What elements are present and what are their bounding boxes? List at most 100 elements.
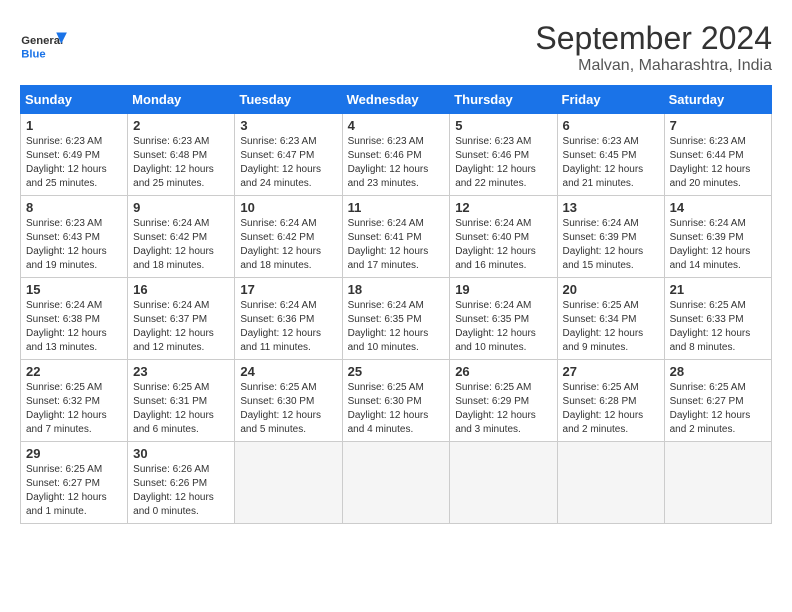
daylight-hours: Daylight: 12 hours and 2 minutes.	[563, 410, 644, 435]
page-header: General Blue September 2024 Malvan, Maha…	[20, 20, 772, 75]
daylight-hours: Daylight: 12 hours and 6 minutes.	[133, 410, 214, 435]
day-number: 12	[455, 200, 551, 215]
sunrise-time: Sunrise: 6:24 AM	[455, 218, 531, 229]
calendar-cell-3-3: 18 Sunrise: 6:24 AM Sunset: 6:35 PM Dayl…	[342, 278, 450, 360]
daylight-hours: Daylight: 12 hours and 10 minutes.	[348, 328, 429, 353]
day-info: Sunrise: 6:23 AM Sunset: 6:47 PM Dayligh…	[240, 135, 336, 191]
sunrise-time: Sunrise: 6:23 AM	[26, 136, 102, 147]
day-number: 8	[26, 200, 122, 215]
daylight-hours: Daylight: 12 hours and 11 minutes.	[240, 328, 321, 353]
day-number: 14	[670, 200, 766, 215]
sunrise-time: Sunrise: 6:23 AM	[240, 136, 316, 147]
daylight-hours: Daylight: 12 hours and 4 minutes.	[348, 410, 429, 435]
day-info: Sunrise: 6:25 AM Sunset: 6:28 PM Dayligh…	[563, 381, 659, 437]
sunrise-time: Sunrise: 6:24 AM	[563, 218, 639, 229]
daylight-hours: Daylight: 12 hours and 0 minutes.	[133, 492, 214, 517]
day-info: Sunrise: 6:24 AM Sunset: 6:36 PM Dayligh…	[240, 299, 336, 355]
svg-text:General: General	[21, 35, 63, 47]
sunset-time: Sunset: 6:45 PM	[563, 150, 637, 161]
sunrise-time: Sunrise: 6:23 AM	[26, 218, 102, 229]
sunset-time: Sunset: 6:42 PM	[133, 232, 207, 243]
day-info: Sunrise: 6:24 AM Sunset: 6:37 PM Dayligh…	[133, 299, 229, 355]
day-info: Sunrise: 6:25 AM Sunset: 6:30 PM Dayligh…	[348, 381, 445, 437]
calendar-cell-1-5: 6 Sunrise: 6:23 AM Sunset: 6:45 PM Dayli…	[557, 114, 664, 196]
day-info: Sunrise: 6:25 AM Sunset: 6:34 PM Dayligh…	[563, 299, 659, 355]
sunrise-time: Sunrise: 6:24 AM	[133, 218, 209, 229]
calendar-cell-1-2: 3 Sunrise: 6:23 AM Sunset: 6:47 PM Dayli…	[235, 114, 342, 196]
daylight-hours: Daylight: 12 hours and 24 minutes.	[240, 164, 321, 189]
month-title: September 2024	[535, 20, 772, 57]
sunrise-time: Sunrise: 6:25 AM	[26, 464, 102, 475]
day-info: Sunrise: 6:24 AM Sunset: 6:40 PM Dayligh…	[455, 217, 551, 273]
sunrise-time: Sunrise: 6:25 AM	[563, 300, 639, 311]
day-info: Sunrise: 6:23 AM Sunset: 6:43 PM Dayligh…	[26, 217, 122, 273]
calendar-cell-5-2	[235, 442, 342, 524]
sunset-time: Sunset: 6:32 PM	[26, 396, 100, 407]
day-info: Sunrise: 6:24 AM Sunset: 6:39 PM Dayligh…	[563, 217, 659, 273]
day-number: 25	[348, 364, 445, 379]
sunrise-time: Sunrise: 6:23 AM	[348, 136, 424, 147]
sunset-time: Sunset: 6:29 PM	[455, 396, 529, 407]
header-wednesday: Wednesday	[342, 86, 450, 114]
calendar-cell-4-5: 27 Sunrise: 6:25 AM Sunset: 6:28 PM Dayl…	[557, 360, 664, 442]
header-friday: Friday	[557, 86, 664, 114]
sunset-time: Sunset: 6:46 PM	[348, 150, 422, 161]
calendar-table: Sunday Monday Tuesday Wednesday Thursday…	[20, 85, 772, 524]
daylight-hours: Daylight: 12 hours and 5 minutes.	[240, 410, 321, 435]
calendar-cell-3-6: 21 Sunrise: 6:25 AM Sunset: 6:33 PM Dayl…	[664, 278, 771, 360]
calendar-cell-1-4: 5 Sunrise: 6:23 AM Sunset: 6:46 PM Dayli…	[450, 114, 557, 196]
calendar-week-4: 22 Sunrise: 6:25 AM Sunset: 6:32 PM Dayl…	[21, 360, 772, 442]
calendar-cell-4-6: 28 Sunrise: 6:25 AM Sunset: 6:27 PM Dayl…	[664, 360, 771, 442]
sunrise-time: Sunrise: 6:23 AM	[133, 136, 209, 147]
day-number: 16	[133, 282, 229, 297]
daylight-hours: Daylight: 12 hours and 10 minutes.	[455, 328, 536, 353]
daylight-hours: Daylight: 12 hours and 23 minutes.	[348, 164, 429, 189]
sunset-time: Sunset: 6:39 PM	[670, 232, 744, 243]
sunrise-time: Sunrise: 6:25 AM	[26, 382, 102, 393]
sunrise-time: Sunrise: 6:24 AM	[240, 218, 316, 229]
daylight-hours: Daylight: 12 hours and 22 minutes.	[455, 164, 536, 189]
day-number: 4	[348, 118, 445, 133]
sunrise-time: Sunrise: 6:25 AM	[455, 382, 531, 393]
daylight-hours: Daylight: 12 hours and 25 minutes.	[26, 164, 107, 189]
sunrise-time: Sunrise: 6:25 AM	[240, 382, 316, 393]
header-monday: Monday	[128, 86, 235, 114]
day-info: Sunrise: 6:24 AM Sunset: 6:35 PM Dayligh…	[455, 299, 551, 355]
day-info: Sunrise: 6:25 AM Sunset: 6:30 PM Dayligh…	[240, 381, 336, 437]
day-info: Sunrise: 6:24 AM Sunset: 6:39 PM Dayligh…	[670, 217, 766, 273]
sunset-time: Sunset: 6:36 PM	[240, 314, 314, 325]
calendar-cell-4-0: 22 Sunrise: 6:25 AM Sunset: 6:32 PM Dayl…	[21, 360, 128, 442]
logo-svg: General Blue	[20, 20, 70, 70]
day-number: 3	[240, 118, 336, 133]
calendar-cell-1-1: 2 Sunrise: 6:23 AM Sunset: 6:48 PM Dayli…	[128, 114, 235, 196]
day-info: Sunrise: 6:25 AM Sunset: 6:33 PM Dayligh…	[670, 299, 766, 355]
sunrise-time: Sunrise: 6:25 AM	[670, 300, 746, 311]
calendar-cell-1-6: 7 Sunrise: 6:23 AM Sunset: 6:44 PM Dayli…	[664, 114, 771, 196]
daylight-hours: Daylight: 12 hours and 12 minutes.	[133, 328, 214, 353]
calendar-cell-4-1: 23 Sunrise: 6:25 AM Sunset: 6:31 PM Dayl…	[128, 360, 235, 442]
sunset-time: Sunset: 6:42 PM	[240, 232, 314, 243]
daylight-hours: Daylight: 12 hours and 19 minutes.	[26, 246, 107, 271]
day-info: Sunrise: 6:25 AM Sunset: 6:27 PM Dayligh…	[26, 463, 122, 519]
day-number: 23	[133, 364, 229, 379]
daylight-hours: Daylight: 12 hours and 18 minutes.	[240, 246, 321, 271]
calendar-cell-3-1: 16 Sunrise: 6:24 AM Sunset: 6:37 PM Dayl…	[128, 278, 235, 360]
sunset-time: Sunset: 6:48 PM	[133, 150, 207, 161]
daylight-hours: Daylight: 12 hours and 3 minutes.	[455, 410, 536, 435]
sunrise-time: Sunrise: 6:25 AM	[133, 382, 209, 393]
calendar-header-row: Sunday Monday Tuesday Wednesday Thursday…	[21, 86, 772, 114]
calendar-cell-2-0: 8 Sunrise: 6:23 AM Sunset: 6:43 PM Dayli…	[21, 196, 128, 278]
sunrise-time: Sunrise: 6:24 AM	[455, 300, 531, 311]
calendar-cell-4-2: 24 Sunrise: 6:25 AM Sunset: 6:30 PM Dayl…	[235, 360, 342, 442]
day-number: 5	[455, 118, 551, 133]
sunset-time: Sunset: 6:39 PM	[563, 232, 637, 243]
calendar-cell-5-3	[342, 442, 450, 524]
sunset-time: Sunset: 6:31 PM	[133, 396, 207, 407]
sunrise-time: Sunrise: 6:25 AM	[563, 382, 639, 393]
header-saturday: Saturday	[664, 86, 771, 114]
sunrise-time: Sunrise: 6:24 AM	[133, 300, 209, 311]
day-number: 28	[670, 364, 766, 379]
daylight-hours: Daylight: 12 hours and 1 minute.	[26, 492, 107, 517]
location: Malvan, Maharashtra, India	[535, 57, 772, 75]
calendar-week-3: 15 Sunrise: 6:24 AM Sunset: 6:38 PM Dayl…	[21, 278, 772, 360]
